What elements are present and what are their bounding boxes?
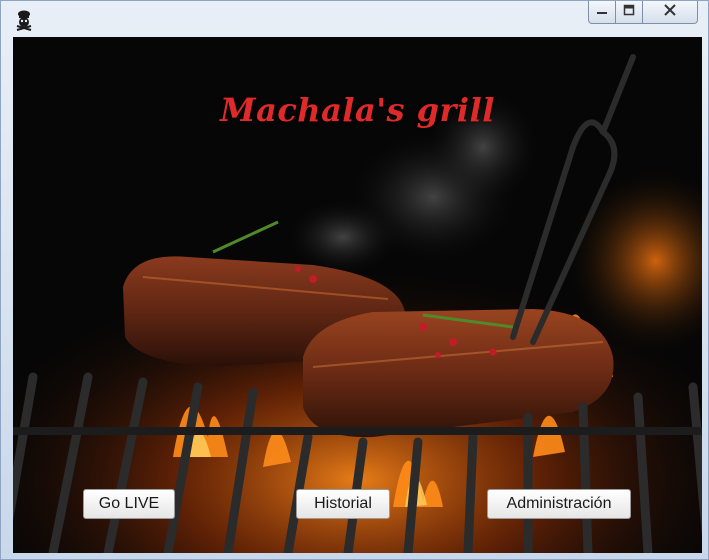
title-bar[interactable] [1, 1, 708, 37]
minimize-button[interactable] [588, 1, 616, 24]
maximize-button[interactable] [616, 1, 643, 24]
minimize-icon [596, 4, 608, 20]
administracion-button[interactable]: Administración [487, 489, 631, 519]
app-icon [13, 9, 35, 31]
close-button[interactable] [643, 1, 698, 24]
app-window: Machala's grill Go LIVE Historial Admini… [0, 0, 709, 560]
go-live-button[interactable]: Go LIVE [83, 489, 175, 519]
historial-button[interactable]: Historial [296, 489, 390, 519]
grill-background-image: Machala's grill Go LIVE Historial Admini… [13, 37, 702, 553]
close-icon [663, 3, 677, 21]
brand-title: Machala's grill [220, 91, 495, 129]
maximize-icon [623, 4, 635, 20]
